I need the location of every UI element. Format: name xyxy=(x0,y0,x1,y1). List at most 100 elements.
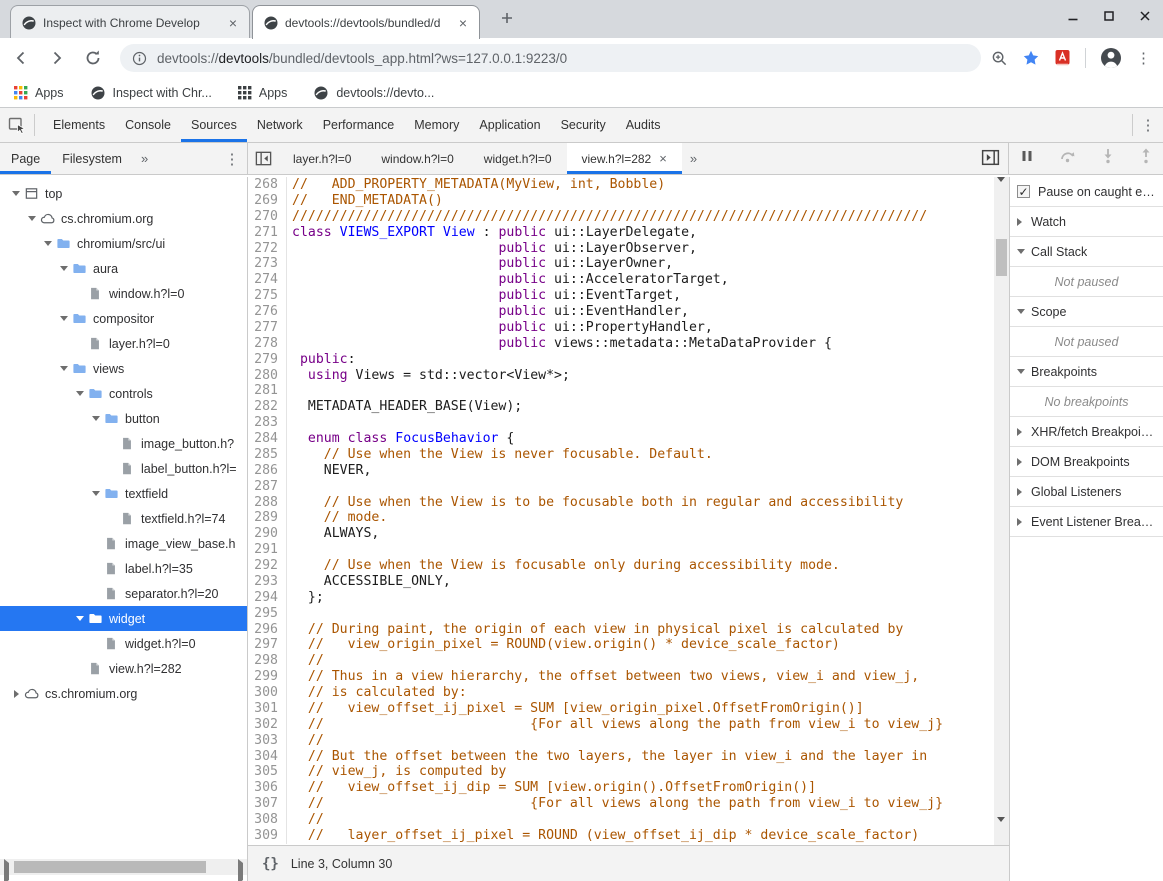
line-number[interactable]: 308 xyxy=(248,812,287,828)
line-number[interactable]: 292 xyxy=(248,558,287,574)
line-number[interactable]: 270 xyxy=(248,209,287,225)
browser-tab[interactable]: devtools://devtools/bundled/d× xyxy=(252,5,480,39)
line-number[interactable]: 307 xyxy=(248,796,287,812)
tree-item[interactable]: label_button.h?l= xyxy=(0,456,247,481)
tab-memory[interactable]: Memory xyxy=(404,108,469,142)
section-header-xhr-fetch-breakpoints[interactable]: XHR/fetch Breakpoints xyxy=(1010,417,1163,447)
editor-tab[interactable]: layer.h?l=0 xyxy=(278,143,366,174)
line-number[interactable]: 275 xyxy=(248,288,287,304)
code-text[interactable]: NEVER, xyxy=(287,463,371,479)
code-text[interactable]: // is calculated by: xyxy=(287,685,467,701)
code-text[interactable]: // xyxy=(287,733,324,749)
tree-item[interactable]: view.h?l=282 xyxy=(0,656,247,681)
navigator-tab-filesystem[interactable]: Filesystem xyxy=(51,143,133,174)
tree-item[interactable]: button xyxy=(0,406,247,431)
code-text[interactable]: public ui::LayerOwner, xyxy=(287,256,673,272)
minimize-button[interactable] xyxy=(1067,9,1079,21)
code-text[interactable]: // {For all views along the path from vi… xyxy=(287,717,943,733)
tree-item[interactable]: layer.h?l=0 xyxy=(0,331,247,356)
bookmark-item[interactable]: devtools://devto... xyxy=(313,85,434,101)
scroll-down-arrow[interactable] xyxy=(997,822,1005,840)
tab-close-icon[interactable]: × xyxy=(455,15,471,31)
pretty-print-button[interactable]: {} xyxy=(262,856,279,872)
pause-script-button[interactable] xyxy=(1019,148,1035,169)
scroll-right-arrow[interactable] xyxy=(238,863,243,881)
code-text[interactable]: // xyxy=(287,653,324,669)
line-number[interactable]: 296 xyxy=(248,622,287,638)
tree-item[interactable]: textfield xyxy=(0,481,247,506)
line-number[interactable]: 306 xyxy=(248,780,287,796)
code-text[interactable] xyxy=(287,415,292,431)
navigator-horizontal-scrollbar[interactable] xyxy=(0,859,247,875)
step-over-button[interactable] xyxy=(1059,148,1077,169)
code-text[interactable]: enum class FocusBehavior { xyxy=(287,431,514,447)
bookmark-star-icon[interactable] xyxy=(1022,49,1040,67)
line-number[interactable]: 272 xyxy=(248,241,287,257)
tab-close-icon[interactable]: × xyxy=(225,15,241,31)
code-text[interactable] xyxy=(287,606,292,622)
code-text[interactable]: ////////////////////////////////////////… xyxy=(287,209,927,225)
browser-tab[interactable]: Inspect with Chrome Develop× xyxy=(10,5,250,39)
tree-item[interactable]: compositor xyxy=(0,306,247,331)
section-header-dom-breakpoints[interactable]: DOM Breakpoints xyxy=(1010,447,1163,477)
code-text[interactable]: // Use when the View is to be focusable … xyxy=(287,495,903,511)
line-number[interactable]: 269 xyxy=(248,193,287,209)
code-text[interactable]: ALWAYS, xyxy=(287,526,379,542)
code-text[interactable]: public ui::EventHandler, xyxy=(287,304,689,320)
section-header-watch[interactable]: Watch xyxy=(1010,207,1163,237)
code-text[interactable]: // mode. xyxy=(287,510,387,526)
line-number[interactable]: 289 xyxy=(248,510,287,526)
section-header-global-listeners[interactable]: Global Listeners xyxy=(1010,477,1163,507)
line-number[interactable]: 294 xyxy=(248,590,287,606)
editor-vertical-scrollbar[interactable] xyxy=(994,177,1009,845)
tree-item[interactable]: image_view_base.h xyxy=(0,531,247,556)
line-number[interactable]: 277 xyxy=(248,320,287,336)
profile-avatar-icon[interactable] xyxy=(1100,47,1122,69)
line-number[interactable]: 299 xyxy=(248,669,287,685)
inspect-element-button[interactable] xyxy=(0,108,34,142)
tab-elements[interactable]: Elements xyxy=(43,108,115,142)
more-editor-tabs-button[interactable]: » xyxy=(682,143,705,174)
section-header-call-stack[interactable]: Call Stack xyxy=(1010,237,1163,267)
step-out-button[interactable] xyxy=(1139,148,1153,169)
more-navigator-tabs-button[interactable]: » xyxy=(133,143,156,174)
code-text[interactable]: public ui::EventTarget, xyxy=(287,288,681,304)
code-text[interactable]: // Use when the View is focusable only d… xyxy=(287,558,840,574)
code-text[interactable]: // During paint, the origin of each view… xyxy=(287,622,903,638)
tab-audits[interactable]: Audits xyxy=(616,108,671,142)
line-number[interactable]: 271 xyxy=(248,225,287,241)
line-number[interactable]: 301 xyxy=(248,701,287,717)
line-number[interactable]: 291 xyxy=(248,542,287,558)
line-number[interactable]: 293 xyxy=(248,574,287,590)
tab-close-icon[interactable]: × xyxy=(659,151,667,166)
code-text[interactable]: // END_METADATA() xyxy=(287,193,443,209)
maximize-button[interactable] xyxy=(1103,9,1115,21)
tab-application[interactable]: Application xyxy=(469,108,550,142)
bookmark-item[interactable]: Apps xyxy=(14,86,64,100)
code-text[interactable] xyxy=(287,383,292,399)
code-text[interactable]: // view_offset_ij_dip = SUM [view.origin… xyxy=(287,780,816,796)
line-number[interactable]: 298 xyxy=(248,653,287,669)
code-text[interactable]: public: xyxy=(287,352,356,368)
tree-item[interactable]: textfield.h?l=74 xyxy=(0,506,247,531)
section-header-scope[interactable]: Scope xyxy=(1010,297,1163,327)
zoom-icon[interactable] xyxy=(991,50,1008,67)
line-number[interactable]: 276 xyxy=(248,304,287,320)
tree-item[interactable]: widget.h?l=0 xyxy=(0,631,247,656)
code-text[interactable]: // Use when the View is never focusable.… xyxy=(287,447,713,463)
tab-console[interactable]: Console xyxy=(115,108,181,142)
code-text[interactable]: public ui::LayerObserver, xyxy=(287,241,697,257)
tab-network[interactable]: Network xyxy=(247,108,313,142)
navigator-menu-button[interactable]: ⋮ xyxy=(217,143,247,174)
bookmark-item[interactable]: Inspect with Chr... xyxy=(90,85,212,101)
line-number[interactable]: 302 xyxy=(248,717,287,733)
code-text[interactable]: // Thus in a view hierarchy, the offset … xyxy=(287,669,919,685)
tree-item[interactable]: views xyxy=(0,356,247,381)
code-text[interactable]: }; xyxy=(287,590,324,606)
page-info-icon[interactable] xyxy=(132,51,147,66)
line-number[interactable]: 285 xyxy=(248,447,287,463)
new-tab-button[interactable] xyxy=(498,11,516,29)
tree-item[interactable]: controls xyxy=(0,381,247,406)
tree-item[interactable]: chromium/src/ui xyxy=(0,231,247,256)
editor-tab[interactable]: view.h?l=282× xyxy=(567,143,682,174)
